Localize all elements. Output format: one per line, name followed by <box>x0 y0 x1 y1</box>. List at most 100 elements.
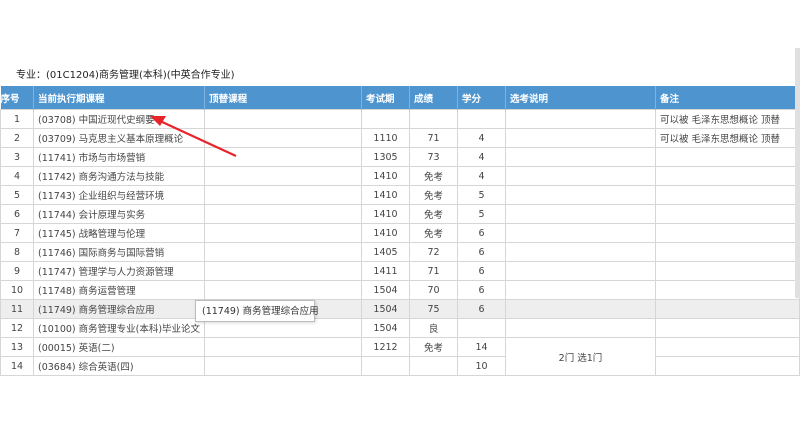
credit-cell: 14 <box>457 337 506 357</box>
substitute-cell <box>204 185 363 205</box>
exam-note-cell <box>504 299 656 319</box>
course-link[interactable]: (11748) 商务运营管理 <box>32 280 206 300</box>
course-cell: (11743) 企业组织与经营环境 <box>32 185 206 205</box>
remark-cell <box>654 337 800 357</box>
credit-cell <box>457 318 506 338</box>
remark-cell <box>654 318 800 338</box>
course-link[interactable]: (03708) 中国近现代史纲要 <box>32 109 206 129</box>
remark-cell <box>654 166 800 186</box>
row-no: 11 <box>0 299 34 319</box>
substitute-cell <box>204 223 363 243</box>
substitute-cell <box>204 242 363 262</box>
score-cell: 72 <box>409 242 458 262</box>
exam-period-cell: 1305 <box>361 147 411 167</box>
substitute-cell <box>204 356 363 376</box>
course-link[interactable]: (03684) 综合英语(四) <box>32 356 206 376</box>
row-no: 5 <box>0 185 34 205</box>
exam-note-cell <box>504 109 656 129</box>
header-no: 序号 <box>0 86 34 110</box>
row-no: 1 <box>0 109 34 129</box>
header-course: 当前执行期课程 <box>33 86 206 110</box>
course-cell: (10100) 商务管理专业(本科)毕业论文 <box>32 318 206 338</box>
table-row-hovered[interactable]: 11 (11749) 商务管理综合应用 1504 75 6 <box>0 299 800 319</box>
row-no: 2 <box>0 128 34 148</box>
remark-cell <box>654 185 800 205</box>
table-row[interactable]: 10 (11748) 商务运营管理 1504 70 6 <box>0 280 800 300</box>
substitute-cell <box>204 204 363 224</box>
exam-note-cell <box>504 242 656 262</box>
table-row[interactable]: 9 (11747) 管理学与人力资源管理 1411 71 6 <box>0 261 800 281</box>
table-row[interactable]: 12 (10100) 商务管理专业(本科)毕业论文 1504 良 <box>0 318 800 338</box>
table-row[interactable]: 4 (11742) 商务沟通方法与技能 1410 免考 4 <box>0 166 800 186</box>
credit-cell: 6 <box>457 261 506 281</box>
table-row[interactable]: 2 (03709) 马克思主义基本原理概论 1110 71 4 可以被 毛泽东思… <box>0 128 800 148</box>
course-cell: (11749) 商务管理综合应用 <box>32 299 206 319</box>
row-no: 8 <box>0 242 34 262</box>
remark-cell: 可以被 毛泽东思想概论 顶替 <box>654 128 800 148</box>
exam-note-cell <box>504 223 656 243</box>
substitute-cell <box>204 166 363 186</box>
exam-period-cell: 1110 <box>361 128 411 148</box>
exam-note-cell <box>504 204 656 224</box>
course-cell: (03709) 马克思主义基本原理概论 <box>32 128 206 148</box>
substitute-cell <box>204 280 363 300</box>
course-cell: (11742) 商务沟通方法与技能 <box>32 166 206 186</box>
exam-period-cell: 1405 <box>361 242 411 262</box>
exam-period-cell: 1504 <box>361 280 411 300</box>
row-no: 4 <box>0 166 34 186</box>
score-cell <box>409 109 458 129</box>
table-row[interactable]: 13 (00015) 英语(二) 1212 免考 14 2门 选1门 <box>0 337 800 376</box>
course-cell: (00015) 英语(二) <box>32 337 206 357</box>
header-remark: 备注 <box>655 86 800 110</box>
score-cell: 70 <box>409 280 458 300</box>
row-no: 6 <box>0 204 34 224</box>
table-row[interactable]: 6 (11744) 会计原理与实务 1410 免考 5 <box>0 204 800 224</box>
row-no: 13 <box>0 337 34 357</box>
exam-period-cell: 1411 <box>361 261 411 281</box>
header-exam-note: 选考说明 <box>505 86 656 110</box>
header-score: 成绩 <box>409 86 458 110</box>
substitute-cell <box>204 128 363 148</box>
header-exam-period: 考试期 <box>361 86 411 110</box>
table-row[interactable]: 1 (03708) 中国近现代史纲要 可以被 毛泽东思想概论 顶替 <box>0 109 800 129</box>
credit-cell: 5 <box>457 185 506 205</box>
table-row[interactable]: 8 (11746) 国际商务与国际营销 1405 72 6 <box>0 242 800 262</box>
scrollbar[interactable] <box>795 48 800 298</box>
exam-note-cell <box>504 318 656 338</box>
score-cell: 免考 <box>409 223 458 243</box>
exam-period-cell: 1410 <box>361 223 411 243</box>
header-substitute: 顶替课程 <box>204 86 363 110</box>
score-cell <box>409 356 458 376</box>
score-cell: 73 <box>409 147 458 167</box>
table-row[interactable]: 14 (03684) 综合英语(四) 10 <box>0 356 800 376</box>
row-no: 3 <box>0 147 34 167</box>
score-cell: 免考 <box>409 337 458 357</box>
row-no: 14 <box>0 356 34 376</box>
row-no: 10 <box>0 280 34 300</box>
credit-cell: 4 <box>457 147 506 167</box>
credit-cell: 6 <box>457 280 506 300</box>
exam-period-cell: 1410 <box>361 166 411 186</box>
credit-cell: 6 <box>457 223 506 243</box>
remark-cell <box>654 147 800 167</box>
score-cell: 75 <box>409 299 458 319</box>
substitute-cell <box>204 337 363 357</box>
table-header-row: 序号 当前执行期课程 顶替课程 考试期 成绩 学分 选考说明 备注 <box>0 86 800 110</box>
score-cell: 71 <box>409 261 458 281</box>
course-cell: (11745) 战略管理与伦理 <box>32 223 206 243</box>
table-row[interactable]: 5 (11743) 企业组织与经营环境 1410 免考 5 <box>0 185 800 205</box>
remark-cell <box>654 261 800 281</box>
credit-cell: 6 <box>457 299 506 319</box>
credit-cell: 10 <box>457 356 506 376</box>
row-no: 7 <box>0 223 34 243</box>
table-row[interactable]: 3 (11741) 市场与市场营销 1305 73 4 <box>0 147 800 167</box>
remark-cell: 可以被 毛泽东思想概论 顶替 <box>654 109 800 129</box>
substitute-cell <box>204 261 363 281</box>
course-table: 序号 当前执行期课程 顶替课程 考试期 成绩 学分 选考说明 备注 1 (037… <box>0 86 800 376</box>
score-cell: 免考 <box>409 185 458 205</box>
credit-cell: 6 <box>457 242 506 262</box>
score-cell: 免考 <box>409 166 458 186</box>
course-cell: (11741) 市场与市场营销 <box>32 147 206 167</box>
table-row[interactable]: 7 (11745) 战略管理与伦理 1410 免考 6 <box>0 223 800 243</box>
exam-note-cell <box>504 280 656 300</box>
